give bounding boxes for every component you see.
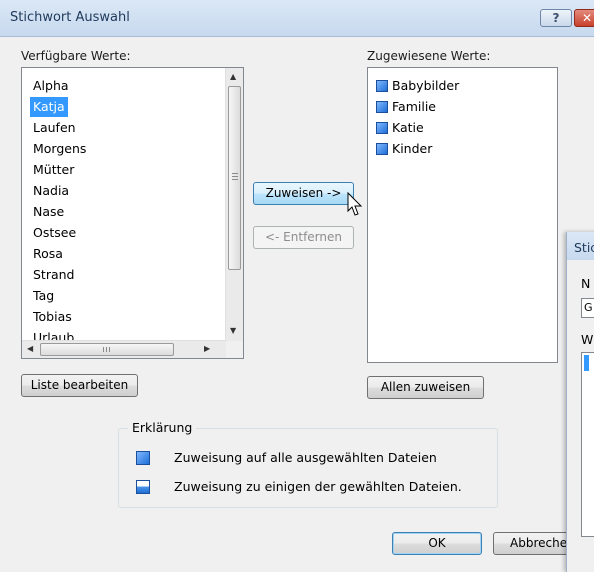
list-item[interactable]: Familie: [376, 97, 436, 117]
scroll-right-icon[interactable]: ▶: [204, 344, 210, 354]
mouse-cursor-icon: [347, 192, 363, 216]
vertical-scroll-thumb[interactable]: [228, 86, 241, 270]
full-assignment-icon: [136, 451, 150, 465]
keyword-full-icon: [376, 101, 388, 113]
legend-full-text: Zuweisung auf alle ausgewählten Dateien: [174, 450, 437, 465]
second-dialog-label-w: W: [581, 332, 594, 347]
scroll-left-icon[interactable]: ◀: [27, 344, 33, 354]
second-dialog-list[interactable]: [581, 352, 594, 537]
legend-partial-text: Zuweisung zu einigen der gewählten Datei…: [174, 479, 462, 494]
remove-button[interactable]: <- Entfernen: [253, 226, 354, 249]
list-item[interactable]: Katja: [30, 97, 68, 117]
list-item-label: Kinder: [392, 141, 433, 156]
second-dialog-selection: [584, 355, 589, 371]
keyword-full-icon: [376, 122, 388, 134]
assigned-values-list[interactable]: Babybilder Familie Katie Kinder: [367, 67, 558, 363]
horizontal-scrollbar[interactable]: ◀ ▶: [22, 340, 227, 358]
second-dialog-label-n: N: [581, 276, 591, 291]
ok-button[interactable]: OK: [392, 532, 482, 555]
close-icon: ✕: [581, 11, 593, 25]
list-item-label: Babybilder: [392, 78, 460, 93]
available-values-label: Verfügbare Werte:: [21, 49, 131, 63]
second-dialog-title-bar[interactable]: Stic: [567, 232, 594, 260]
list-item[interactable]: Mütter: [30, 160, 77, 180]
assigned-values-label: Zugewiesene Werte:: [367, 49, 491, 63]
second-dialog-title: Stic: [574, 240, 594, 255]
scroll-corner: [226, 341, 243, 358]
second-dialog-name-field[interactable]: G: [581, 298, 594, 318]
window-title: Stichwort Auswahl: [10, 10, 130, 25]
list-item[interactable]: Ostsee: [30, 223, 79, 243]
keyword-full-icon: [376, 143, 388, 155]
scroll-down-icon[interactable]: ▼: [230, 326, 236, 336]
close-button[interactable]: ✕: [574, 9, 594, 27]
list-item[interactable]: Tag: [30, 286, 57, 306]
list-item[interactable]: Nadia: [30, 181, 72, 201]
title-bar: Stichwort Auswahl ? ✕: [0, 0, 594, 37]
list-item[interactable]: Laufen: [30, 118, 79, 138]
list-item[interactable]: Katie: [376, 118, 424, 138]
list-item[interactable]: Kinder: [376, 139, 432, 159]
legend-title: Erklärung: [128, 420, 197, 435]
available-values-list[interactable]: Alpha Katja Laufen Morgens Mütter Nadia …: [21, 67, 244, 359]
list-item[interactable]: Nase: [30, 202, 67, 222]
list-item[interactable]: Morgens: [30, 139, 89, 159]
list-item[interactable]: Babybilder: [376, 76, 459, 96]
scroll-up-icon[interactable]: ▲: [230, 72, 236, 82]
second-dialog[interactable]: Stic N G W: [566, 232, 594, 572]
second-dialog-field-text: G: [584, 301, 593, 314]
list-item-label: Familie: [392, 99, 436, 114]
list-item[interactable]: Alpha: [30, 76, 72, 96]
assign-all-button[interactable]: Allen zuweisen: [367, 376, 484, 399]
help-icon: ?: [552, 11, 560, 25]
partial-assignment-icon: [136, 480, 150, 494]
legend-group: [118, 428, 498, 508]
assign-button[interactable]: Zuweisen ->: [253, 182, 354, 205]
keyword-full-icon: [376, 80, 388, 92]
list-item[interactable]: Tobias: [30, 307, 75, 327]
list-item[interactable]: Strand: [30, 265, 78, 285]
list-item-label: Katie: [392, 120, 424, 135]
horizontal-scroll-thumb[interactable]: [40, 343, 174, 356]
edit-list-button[interactable]: Liste bearbeiten: [21, 374, 138, 397]
list-item[interactable]: Rosa: [30, 244, 66, 264]
help-button[interactable]: ?: [540, 9, 572, 27]
vertical-scrollbar[interactable]: ▲ ▼: [225, 68, 243, 341]
